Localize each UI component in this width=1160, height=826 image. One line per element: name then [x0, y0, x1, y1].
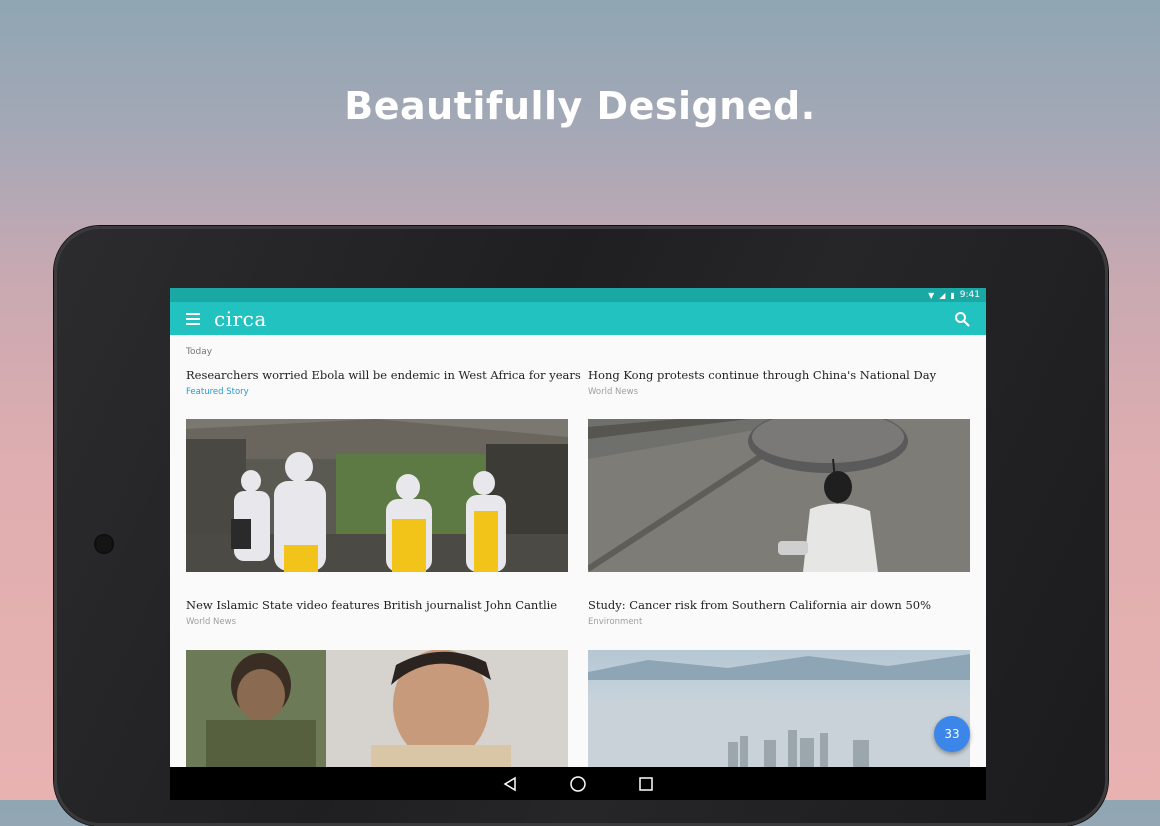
- umbrella-protester-image[interactable]: [588, 419, 970, 572]
- story-feed: Today Researchers worried Ebola will be …: [170, 335, 986, 767]
- promo-headline: Beautifully Designed.: [344, 84, 816, 128]
- story-card[interactable]: New Islamic State video features British…: [186, 598, 568, 627]
- menu-icon[interactable]: [186, 312, 200, 325]
- story-category[interactable]: World News: [588, 387, 970, 397]
- front-camera: [94, 534, 114, 554]
- ebola-workers-image[interactable]: [186, 419, 568, 572]
- search-icon[interactable]: [954, 311, 970, 327]
- story-title[interactable]: Study: Cancer risk from Southern Califor…: [588, 598, 970, 612]
- unread-count-fab[interactable]: 33: [934, 716, 970, 752]
- signal-icon: ◢: [939, 290, 946, 300]
- story-category[interactable]: Featured Story: [186, 387, 568, 397]
- john-cantlie-image[interactable]: [186, 650, 568, 767]
- status-bar: ▼ ◢ ▮ 9:41: [170, 288, 986, 302]
- back-icon[interactable]: [500, 774, 520, 794]
- system-navigation-bar: [170, 767, 986, 800]
- recents-icon[interactable]: [636, 774, 656, 794]
- story-title[interactable]: New Islamic State video features British…: [186, 598, 568, 612]
- app-screen: ▼ ◢ ▮ 9:41 circa Today Researchers worri…: [170, 288, 986, 800]
- story-card[interactable]: Study: Cancer risk from Southern Califor…: [588, 598, 970, 627]
- story-card[interactable]: Researchers worried Ebola will be endemi…: [186, 368, 581, 397]
- story-category[interactable]: World News: [186, 617, 568, 627]
- story-category[interactable]: Environment: [588, 617, 970, 627]
- app-bar: circa: [170, 302, 986, 335]
- app-title: circa: [214, 306, 267, 331]
- battery-icon: ▮: [950, 290, 955, 300]
- story-title[interactable]: Hong Kong protests continue through Chin…: [588, 368, 970, 382]
- story-title[interactable]: Researchers worried Ebola will be endemi…: [186, 368, 581, 382]
- story-card[interactable]: Hong Kong protests continue through Chin…: [588, 368, 970, 397]
- home-icon[interactable]: [568, 774, 588, 794]
- status-time: 9:41: [959, 290, 980, 300]
- smoggy-skyline-image[interactable]: [588, 650, 970, 767]
- wifi-icon: ▼: [928, 290, 935, 300]
- section-label: Today: [186, 347, 213, 357]
